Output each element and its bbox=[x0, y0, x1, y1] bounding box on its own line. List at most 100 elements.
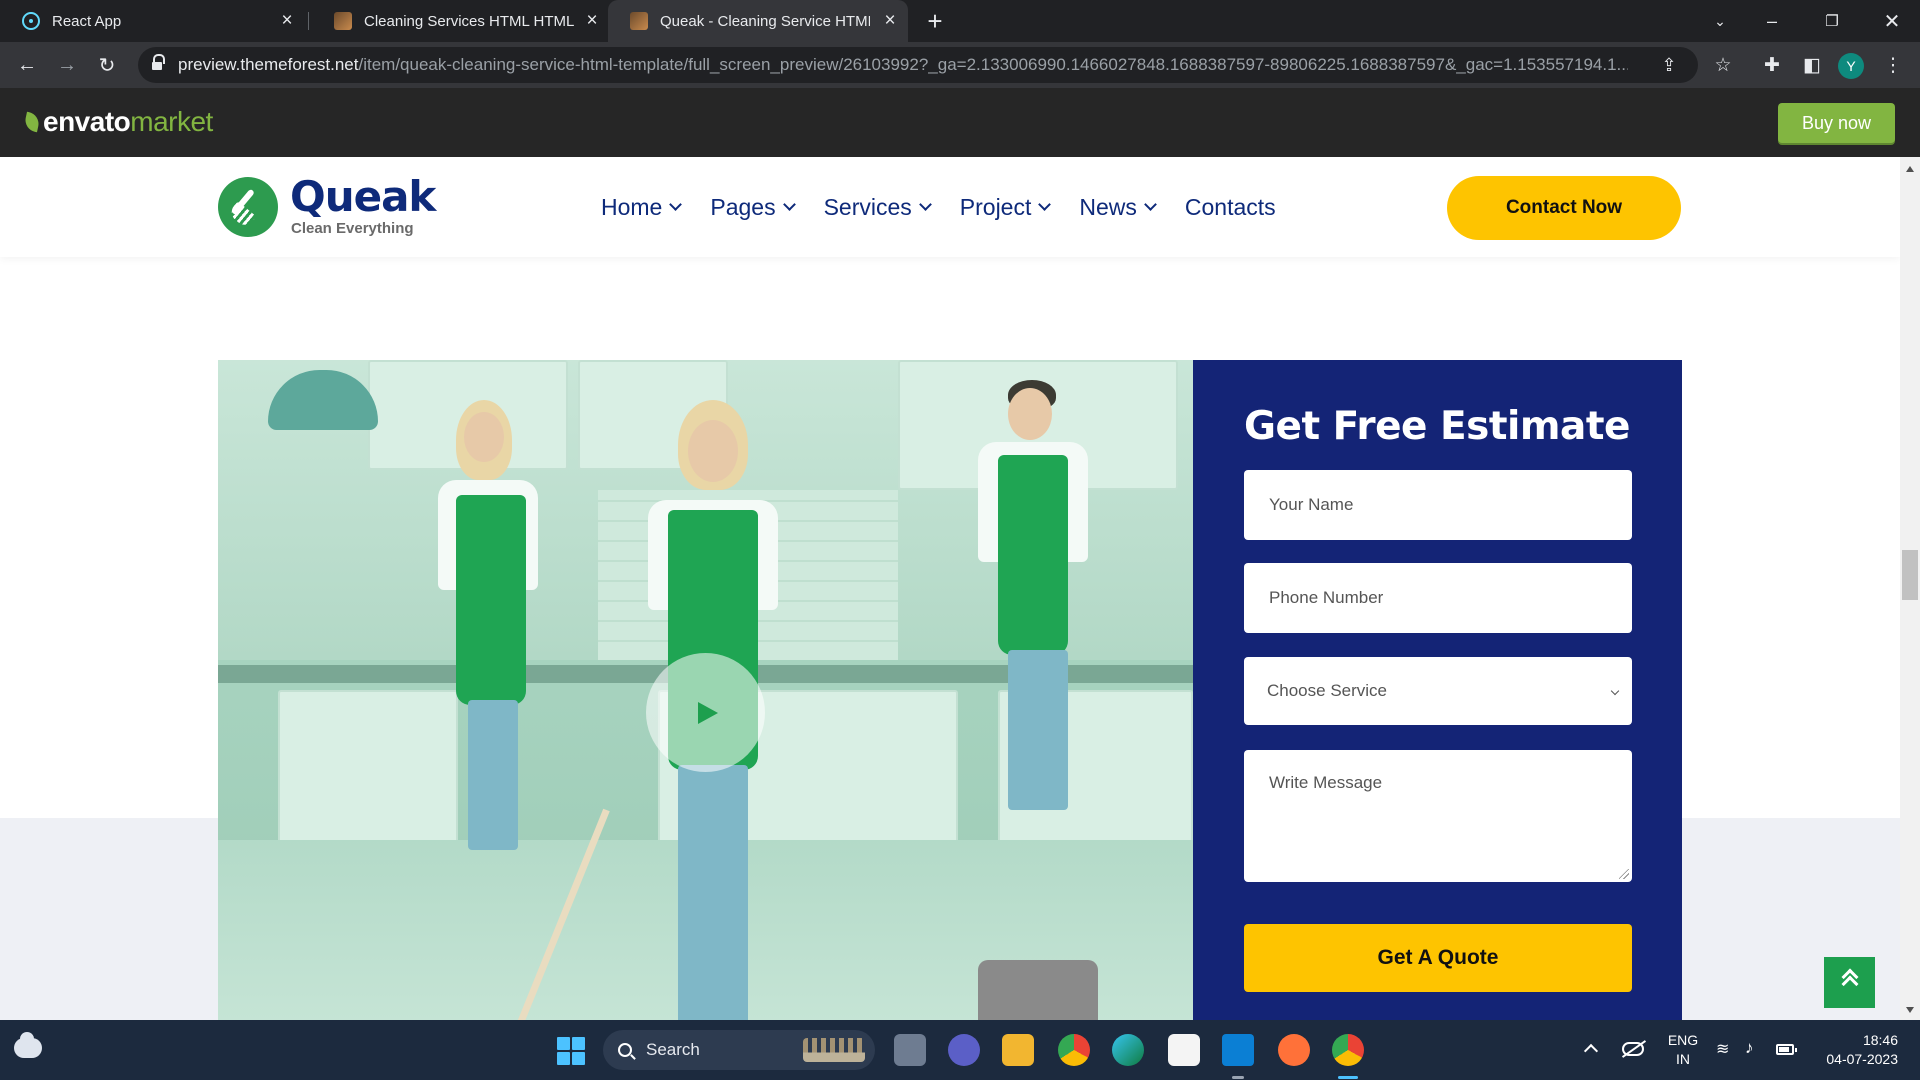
profile-avatar[interactable]: Y bbox=[1838, 53, 1864, 79]
broom-logo-icon[interactable] bbox=[218, 177, 278, 237]
play-video-button[interactable] bbox=[646, 653, 765, 772]
browser-tab-cleaning-services[interactable]: Cleaning Services HTML HTML W × bbox=[312, 0, 610, 42]
main-nav: Home Pages Services Project News Contact… bbox=[601, 192, 1306, 222]
nav-label: Home bbox=[601, 193, 663, 220]
taskbar-search[interactable]: Search bbox=[603, 1030, 875, 1070]
envato-favicon-icon bbox=[630, 12, 648, 30]
nav-item-home[interactable]: Home bbox=[601, 193, 683, 221]
restore-icon[interactable]: ❐ bbox=[1812, 4, 1852, 38]
language-code: ENG bbox=[1667, 1032, 1699, 1048]
chevron-down-icon bbox=[1610, 686, 1620, 696]
tab-search-chevron-icon[interactable]: ⌄ bbox=[1700, 4, 1740, 38]
new-tab-plus-icon[interactable]: + bbox=[920, 6, 950, 36]
edge-icon[interactable] bbox=[1112, 1034, 1144, 1066]
clock-date: 04-07-2023 bbox=[1826, 1051, 1898, 1067]
page-viewport: Queak Clean Everything Home Pages Servic… bbox=[0, 157, 1900, 1020]
scroll-up-arrow-icon[interactable] bbox=[1906, 166, 1914, 172]
service-select[interactable]: Choose Service bbox=[1244, 657, 1632, 725]
extensions-puzzle-icon[interactable]: ✚ bbox=[1757, 50, 1787, 80]
message-textarea[interactable]: Write Message bbox=[1244, 750, 1632, 882]
clock-time: 18:46 bbox=[1862, 1032, 1898, 1048]
envato-market-bar: envato market Buy now bbox=[0, 88, 1920, 157]
browser-toolbar: ← → ↻ preview.themeforest.net/item/queak… bbox=[0, 42, 1920, 88]
address-bar[interactable]: preview.themeforest.net/item/queak-clean… bbox=[138, 47, 1698, 83]
back-to-top-button[interactable] bbox=[1824, 957, 1875, 1008]
nav-item-services[interactable]: Services bbox=[824, 194, 932, 221]
chevron-down-icon bbox=[669, 198, 683, 211]
estimate-title: Get Free Estimate bbox=[1244, 404, 1630, 449]
minimize-icon[interactable]: – bbox=[1752, 4, 1792, 38]
scroll-down-arrow-icon[interactable] bbox=[1906, 1007, 1914, 1013]
nav-label: News bbox=[1079, 193, 1137, 220]
close-window-icon[interactable]: ✕ bbox=[1872, 4, 1912, 38]
envato-favicon-icon bbox=[334, 12, 352, 30]
browser-tab-react-app[interactable]: React App × bbox=[0, 0, 305, 42]
bookmark-star-icon[interactable]: ☆ bbox=[1708, 50, 1738, 80]
onedrive-offline-icon[interactable] bbox=[1622, 1042, 1644, 1056]
close-icon[interactable]: × bbox=[880, 10, 900, 31]
windows-taskbar: Search ENG IN ≋ ♪ 18:46 04-07-2023 bbox=[0, 1020, 1920, 1080]
url-text[interactable]: preview.themeforest.net/item/queak-clean… bbox=[178, 55, 1628, 75]
reload-icon[interactable]: ↻ bbox=[91, 49, 123, 81]
search-highlight-icon bbox=[803, 1038, 865, 1062]
chrome-profile-icon[interactable] bbox=[1332, 1034, 1364, 1066]
envato-market-logo[interactable]: envato market bbox=[23, 106, 213, 138]
free-estimate-panel: Get Free Estimate Your Name Phone Number… bbox=[1193, 360, 1682, 1020]
lock-icon[interactable] bbox=[152, 54, 165, 71]
back-arrow-icon[interactable]: ← bbox=[11, 49, 43, 81]
side-panel-icon[interactable]: ◧ bbox=[1797, 50, 1827, 80]
postman-icon[interactable] bbox=[1278, 1034, 1310, 1066]
nav-item-news[interactable]: News bbox=[1079, 193, 1157, 221]
cleaning-team-video-thumbnail[interactable] bbox=[218, 360, 1193, 1020]
teams-chat-icon[interactable] bbox=[948, 1034, 980, 1066]
chrome-icon[interactable] bbox=[1058, 1034, 1090, 1066]
weather-cloud-icon[interactable] bbox=[14, 1032, 42, 1058]
search-icon bbox=[618, 1043, 632, 1057]
browser-tab-queak-active[interactable]: Queak - Cleaning Service HTML T × bbox=[608, 0, 908, 42]
share-icon[interactable]: ⇪ bbox=[1658, 54, 1680, 76]
get-quote-button[interactable]: Get A Quote bbox=[1244, 924, 1632, 992]
resize-handle-icon[interactable] bbox=[1619, 869, 1629, 879]
wifi-icon[interactable]: ≋ bbox=[1716, 1039, 1738, 1061]
close-icon[interactable]: × bbox=[277, 10, 297, 31]
microsoft-store-icon[interactable] bbox=[1168, 1034, 1200, 1066]
running-indicator bbox=[1232, 1076, 1244, 1079]
close-icon[interactable]: × bbox=[582, 10, 602, 31]
scrollbar-thumb[interactable] bbox=[1902, 550, 1918, 600]
battery-icon[interactable] bbox=[1776, 1044, 1797, 1055]
message-placeholder: Write Message bbox=[1269, 773, 1383, 792]
system-clock[interactable]: 18:46 04-07-2023 bbox=[1812, 1031, 1898, 1069]
react-icon bbox=[22, 12, 40, 30]
logo-market-text: market bbox=[130, 106, 213, 137]
active-indicator bbox=[1338, 1076, 1358, 1079]
windows-start-icon[interactable] bbox=[557, 1037, 585, 1065]
buy-now-button[interactable]: Buy now bbox=[1778, 103, 1895, 143]
site-tagline: Clean Everything bbox=[291, 220, 414, 237]
tab-divider bbox=[308, 12, 309, 30]
volume-icon[interactable]: ♪ bbox=[1745, 1038, 1767, 1060]
tray-overflow-chevron-icon[interactable] bbox=[1583, 1043, 1599, 1059]
region-code: IN bbox=[1676, 1051, 1690, 1067]
contact-now-button[interactable]: Contact Now bbox=[1447, 176, 1681, 240]
browser-menu-icon[interactable]: ⋮ bbox=[1878, 50, 1908, 80]
forward-arrow-icon[interactable]: → bbox=[51, 49, 83, 81]
search-label: Search bbox=[646, 1040, 700, 1059]
tab-title: Queak - Cleaning Service HTML T bbox=[660, 12, 870, 30]
nav-item-contacts[interactable]: Contacts bbox=[1185, 194, 1276, 221]
site-name[interactable]: Queak bbox=[290, 172, 436, 221]
chevron-down-icon bbox=[1144, 198, 1157, 211]
name-input[interactable]: Your Name bbox=[1244, 470, 1632, 540]
nav-item-pages[interactable]: Pages bbox=[710, 194, 796, 221]
chevron-down-icon bbox=[918, 198, 932, 211]
language-indicator[interactable]: ENG IN bbox=[1666, 1031, 1700, 1069]
tab-title: React App bbox=[52, 12, 122, 30]
phone-input[interactable]: Phone Number bbox=[1244, 563, 1632, 633]
chevron-down-icon bbox=[1038, 198, 1052, 211]
service-select-value: Choose Service bbox=[1267, 681, 1388, 700]
tab-title: Cleaning Services HTML HTML W bbox=[364, 12, 574, 30]
site-header: Queak Clean Everything Home Pages Servic… bbox=[0, 157, 1900, 257]
vscode-icon[interactable] bbox=[1222, 1034, 1254, 1066]
task-view-icon[interactable] bbox=[894, 1034, 926, 1066]
nav-item-project[interactable]: Project bbox=[960, 194, 1052, 221]
file-explorer-icon[interactable] bbox=[1002, 1034, 1034, 1066]
